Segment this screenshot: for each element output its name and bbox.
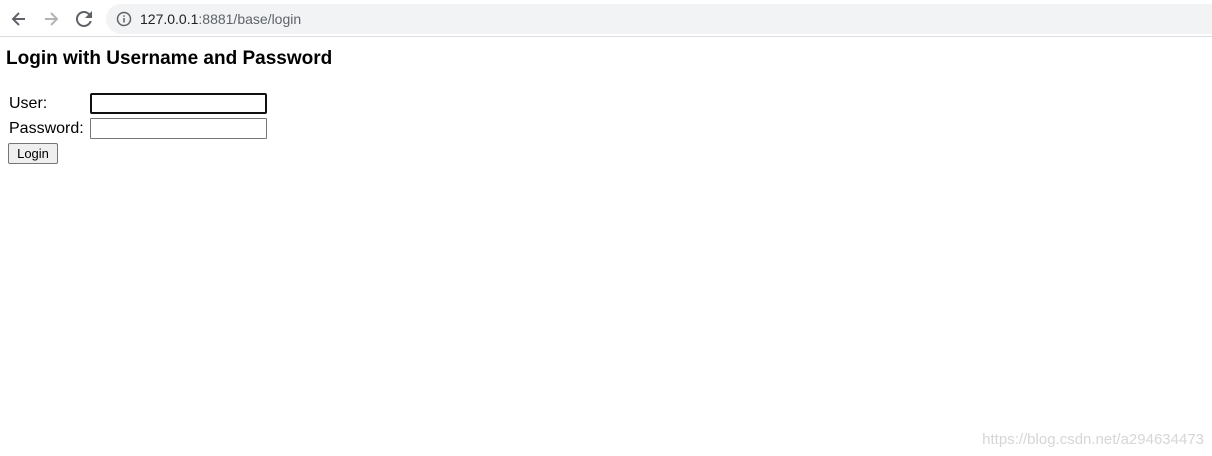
reload-icon xyxy=(76,11,92,27)
reload-button[interactable] xyxy=(73,8,95,30)
arrow-right-icon xyxy=(45,12,59,26)
page-title: Login with Username and Password xyxy=(6,48,333,69)
address-bar[interactable]: 127.0.0.1:8881/base/login xyxy=(106,4,1212,34)
url-path: :8881/base/login xyxy=(198,11,302,27)
url-host: 127.0.0.1 xyxy=(140,11,199,27)
login-button[interactable]: Login xyxy=(8,143,58,164)
url-text: 127.0.0.1:8881/base/login xyxy=(140,10,301,28)
forward-button[interactable] xyxy=(40,8,62,30)
browser-toolbar: 127.0.0.1:8881/base/login xyxy=(0,0,1212,37)
arrow-left-icon xyxy=(11,12,25,26)
password-label: Password: xyxy=(9,120,84,137)
watermark: https://blog.csdn.net/a294634473 xyxy=(982,431,1204,448)
user-label: User: xyxy=(9,95,48,112)
password-input[interactable] xyxy=(90,118,267,139)
username-input[interactable] xyxy=(90,93,267,114)
back-button[interactable] xyxy=(8,8,30,30)
page-content: Login with Username and Password User: P… xyxy=(0,38,1212,456)
info-icon[interactable] xyxy=(116,11,132,27)
